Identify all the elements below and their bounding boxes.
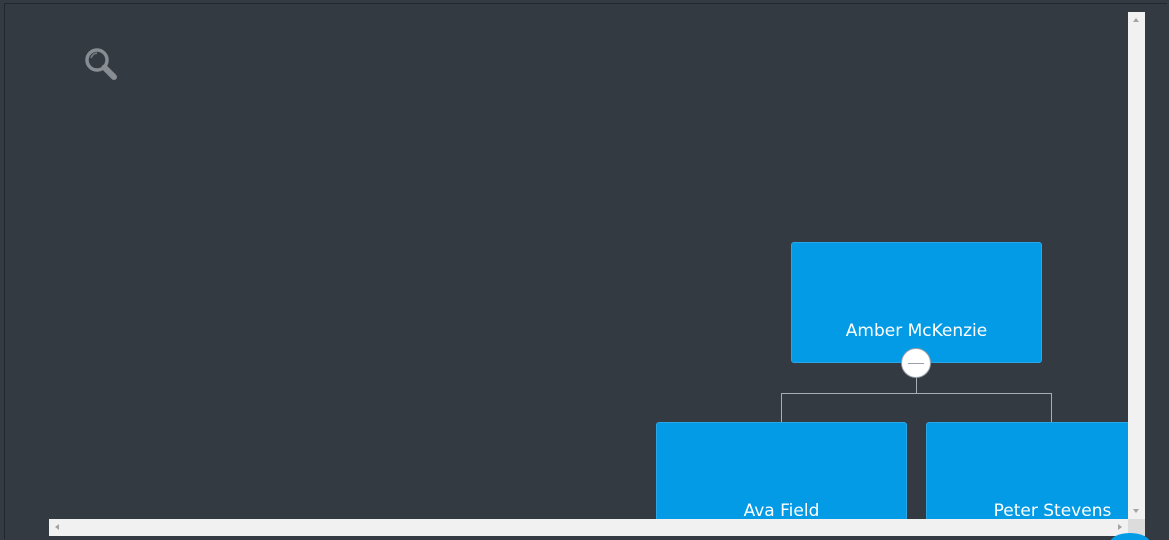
connector-child-2 [1051,393,1052,423]
scroll-left-arrow-icon[interactable] [55,524,59,530]
scroll-down-arrow-icon[interactable] [1133,509,1139,513]
org-node-root[interactable]: Amber McKenzie [791,242,1042,363]
scroll-up-arrow-icon[interactable] [1133,18,1139,22]
org-node-child[interactable]: Peter Stevens [926,422,1128,519]
connector-child-1 [781,393,782,423]
org-chart-canvas: Amber McKenzie Ava Field Peter Stevens [0,0,1169,540]
org-node-name: Peter Stevens [993,501,1112,519]
connector-root-down [916,377,917,393]
org-node-child[interactable]: Ava Field [656,422,907,519]
connector-horizontal [781,393,1052,394]
horizontal-scrollbar[interactable] [49,519,1128,536]
org-node-name: Amber McKenzie [845,321,988,341]
vertical-scrollbar[interactable] [1128,12,1145,519]
scroll-right-arrow-icon[interactable] [1118,524,1122,530]
collapse-button[interactable] [901,348,931,378]
minus-icon [908,363,924,364]
org-chart: Amber McKenzie Ava Field Peter Stevens [0,0,1128,519]
org-node-name: Ava Field [743,501,820,519]
